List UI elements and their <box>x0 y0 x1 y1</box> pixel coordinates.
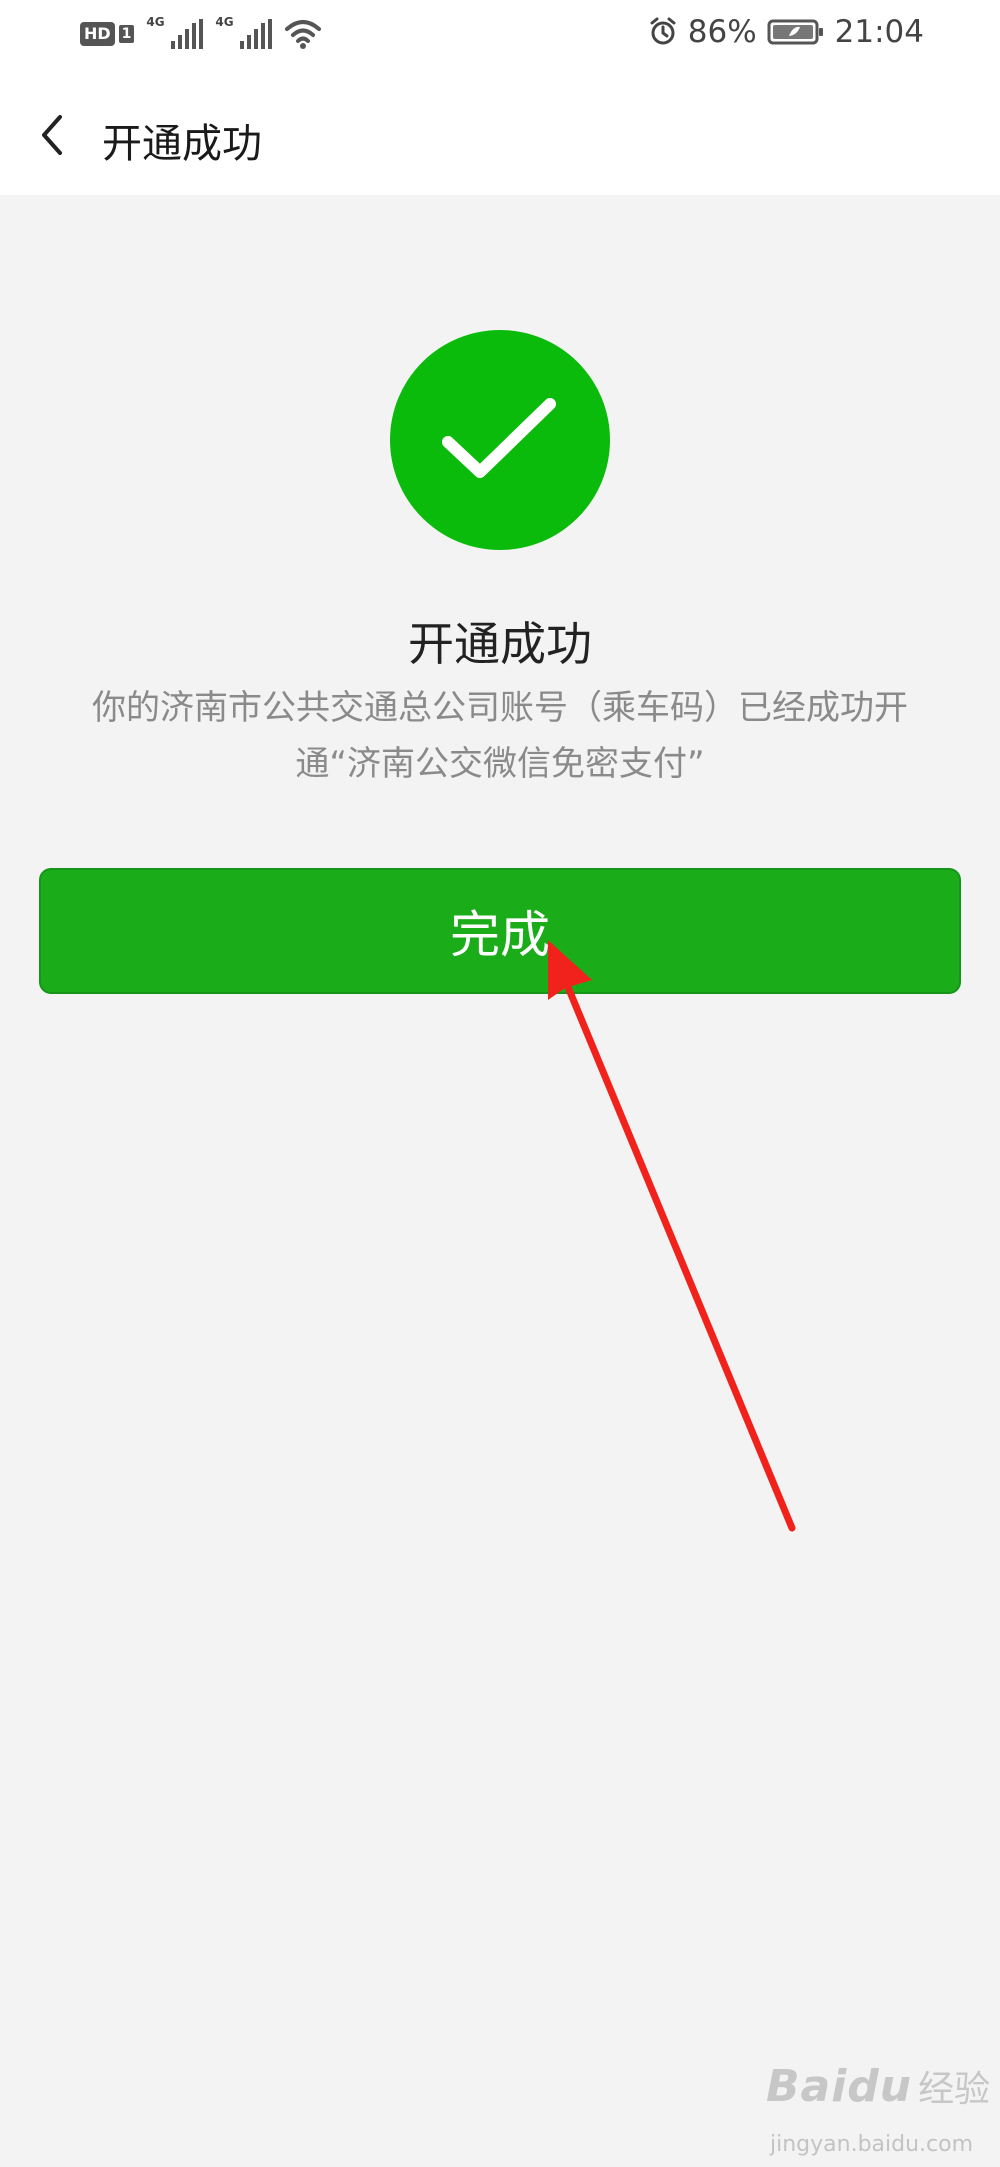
chevron-left-icon <box>42 115 62 155</box>
done-button[interactable]: 完成 <box>39 868 961 994</box>
wifi-icon <box>285 20 322 49</box>
signal-icon: 4G <box>215 15 273 49</box>
watermark-url: jingyan.baidu.com <box>770 2132 974 2157</box>
battery-icon <box>767 19 823 45</box>
checkmark-icon <box>442 398 556 478</box>
network-type-label: 4G <box>215 15 234 29</box>
clock-time: 21:04 <box>834 14 924 50</box>
watermark-brand-cn: 经验 <box>918 2069 991 2110</box>
navigation-header: 开通成功 <box>0 75 1000 195</box>
success-title: 开通成功 <box>408 617 592 671</box>
hd-icon: HD <box>80 22 115 46</box>
check-circle-icon <box>390 330 610 550</box>
back-button[interactable] <box>30 105 90 165</box>
watermark-logo: Baidu 经验 <box>766 2060 990 2112</box>
status-right: 86% 21:04 <box>648 14 924 50</box>
network-type-label: 4G <box>146 15 165 29</box>
sim-index: 1 <box>118 25 135 43</box>
status-left: HD 1 4G 4G <box>80 15 322 50</box>
success-description: 你的济南市公共交通总公司账号（乘车码）已经成功开通“济南公交微信免密支付” <box>92 688 908 784</box>
battery-percent: 86% <box>687 14 757 50</box>
alarm-icon <box>650 17 676 45</box>
watermark-brand: Baidu <box>766 2061 913 2112</box>
status-bar: HD 1 4G 4G 86% 21:04 <box>0 0 1000 75</box>
annotation-arrow <box>548 940 796 1532</box>
signal-icon: 4G <box>146 15 204 49</box>
page-title: 开通成功 <box>102 121 262 167</box>
